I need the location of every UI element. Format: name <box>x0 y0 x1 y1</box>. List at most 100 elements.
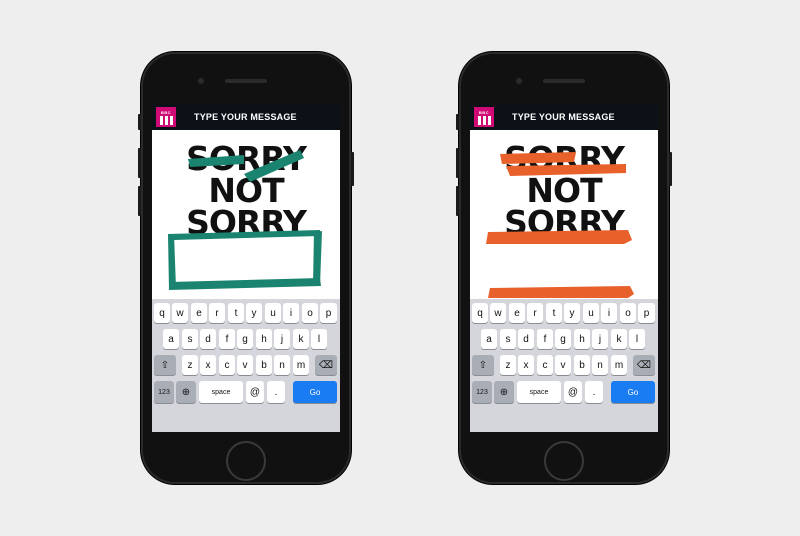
key-s[interactable]: s <box>500 329 516 349</box>
power-button <box>669 152 672 186</box>
key-p[interactable]: p <box>638 303 655 323</box>
key-l[interactable]: l <box>629 329 645 349</box>
speaker-grille <box>543 79 585 83</box>
key-r[interactable]: r <box>527 303 543 323</box>
key-c[interactable]: c <box>537 355 553 375</box>
camera-icon <box>198 78 204 84</box>
key-h[interactable]: h <box>574 329 590 349</box>
key-i[interactable]: i <box>283 303 299 323</box>
strike-2 <box>244 150 304 182</box>
key-y[interactable]: y <box>246 303 262 323</box>
space-key[interactable]: space <box>199 381 243 403</box>
key-f[interactable]: f <box>537 329 553 349</box>
key-row-3: ⇧ z x c v b n m ⌫ <box>152 355 340 375</box>
logo-text: BBC <box>478 109 490 115</box>
key-n[interactable]: n <box>592 355 608 375</box>
key-u[interactable]: u <box>265 303 281 323</box>
key-b[interactable]: b <box>256 355 272 375</box>
backspace-icon[interactable]: ⌫ <box>633 355 655 375</box>
key-c[interactable]: c <box>219 355 235 375</box>
key-u[interactable]: u <box>583 303 599 323</box>
shift-icon[interactable]: ⇧ <box>154 355 176 375</box>
volume-up-button <box>456 148 459 178</box>
speaker-grille <box>225 79 267 83</box>
key-m[interactable]: m <box>293 355 309 375</box>
key-k[interactable]: k <box>611 329 627 349</box>
key-x[interactable]: x <box>518 355 534 375</box>
key-b[interactable]: b <box>574 355 590 375</box>
key-g[interactable]: g <box>237 329 253 349</box>
key-e[interactable]: e <box>509 303 525 323</box>
bbc-three-logo-icon: BBC <box>474 107 494 127</box>
strike-1 <box>188 155 244 167</box>
home-button[interactable] <box>226 441 266 481</box>
key-q[interactable]: q <box>154 303 170 323</box>
volume-down-button <box>138 186 141 216</box>
keyboard: q w e r t y u i o p a s d f g h j k l ⇧ … <box>152 299 340 432</box>
camera-icon <box>516 78 522 84</box>
keyboard: q w e r t y u i o p a s d f g h j k l ⇧ … <box>470 299 658 432</box>
key-p[interactable]: p <box>320 303 337 323</box>
numbers-key[interactable]: 123 <box>472 381 492 403</box>
shift-icon[interactable]: ⇧ <box>472 355 494 375</box>
message-input-box[interactable] <box>152 222 340 296</box>
go-button[interactable]: Go <box>293 381 337 403</box>
key-i[interactable]: i <box>601 303 617 323</box>
key-a[interactable]: a <box>481 329 497 349</box>
space-key[interactable]: space <box>517 381 561 403</box>
key-row-1: q w e r t y u i o p <box>470 303 658 323</box>
numbers-key[interactable]: 123 <box>154 381 174 403</box>
mute-switch <box>138 114 141 130</box>
key-m[interactable]: m <box>611 355 627 375</box>
key-l[interactable]: l <box>311 329 327 349</box>
key-f[interactable]: f <box>219 329 235 349</box>
key-o[interactable]: o <box>302 303 318 323</box>
key-e[interactable]: e <box>191 303 207 323</box>
globe-icon[interactable]: ⊕ <box>494 381 514 403</box>
key-q[interactable]: q <box>472 303 488 323</box>
key-w[interactable]: w <box>172 303 188 323</box>
at-key[interactable]: @ <box>246 381 264 403</box>
key-j[interactable]: j <box>592 329 608 349</box>
key-n[interactable]: n <box>274 355 290 375</box>
key-d[interactable]: d <box>200 329 216 349</box>
screen: BBC TYPE YOUR MESSAGE SORRY NOT SORRY q … <box>152 104 340 432</box>
bbc-three-logo-icon: BBC <box>156 107 176 127</box>
globe-icon[interactable]: ⊕ <box>176 381 196 403</box>
key-d[interactable]: d <box>518 329 534 349</box>
key-o[interactable]: o <box>620 303 636 323</box>
key-row-1: q w e r t y u i o p <box>152 303 340 323</box>
key-y[interactable]: y <box>564 303 580 323</box>
key-k[interactable]: k <box>293 329 309 349</box>
message-input-lines[interactable] <box>470 222 658 302</box>
dot-key[interactable]: . <box>585 381 603 403</box>
key-a[interactable]: a <box>163 329 179 349</box>
key-z[interactable]: z <box>182 355 198 375</box>
key-h[interactable]: h <box>256 329 272 349</box>
dot-key[interactable]: . <box>267 381 285 403</box>
key-j[interactable]: j <box>274 329 290 349</box>
key-t[interactable]: t <box>228 303 244 323</box>
mute-switch <box>456 114 459 130</box>
key-w[interactable]: w <box>490 303 506 323</box>
go-button[interactable]: Go <box>611 381 655 403</box>
key-row-2: a s d f g h j k l <box>152 329 340 349</box>
at-key[interactable]: @ <box>564 381 582 403</box>
home-button[interactable] <box>544 441 584 481</box>
app-header: BBC TYPE YOUR MESSAGE <box>152 104 340 130</box>
key-z[interactable]: z <box>500 355 516 375</box>
screen: BBC TYPE YOUR MESSAGE SORRY NOT SORRY q … <box>470 104 658 432</box>
backspace-icon[interactable]: ⌫ <box>315 355 337 375</box>
strike-2 <box>506 164 626 176</box>
strikethrough-marks <box>188 150 304 182</box>
key-row-4: 123 ⊕ space @ . Go <box>470 381 658 405</box>
key-row-2: a s d f g h j k l <box>470 329 658 349</box>
key-g[interactable]: g <box>555 329 571 349</box>
key-v[interactable]: v <box>555 355 571 375</box>
key-x[interactable]: x <box>200 355 216 375</box>
key-v[interactable]: v <box>237 355 253 375</box>
key-s[interactable]: s <box>182 329 198 349</box>
key-t[interactable]: t <box>546 303 562 323</box>
volume-down-button <box>456 186 459 216</box>
key-r[interactable]: r <box>209 303 225 323</box>
